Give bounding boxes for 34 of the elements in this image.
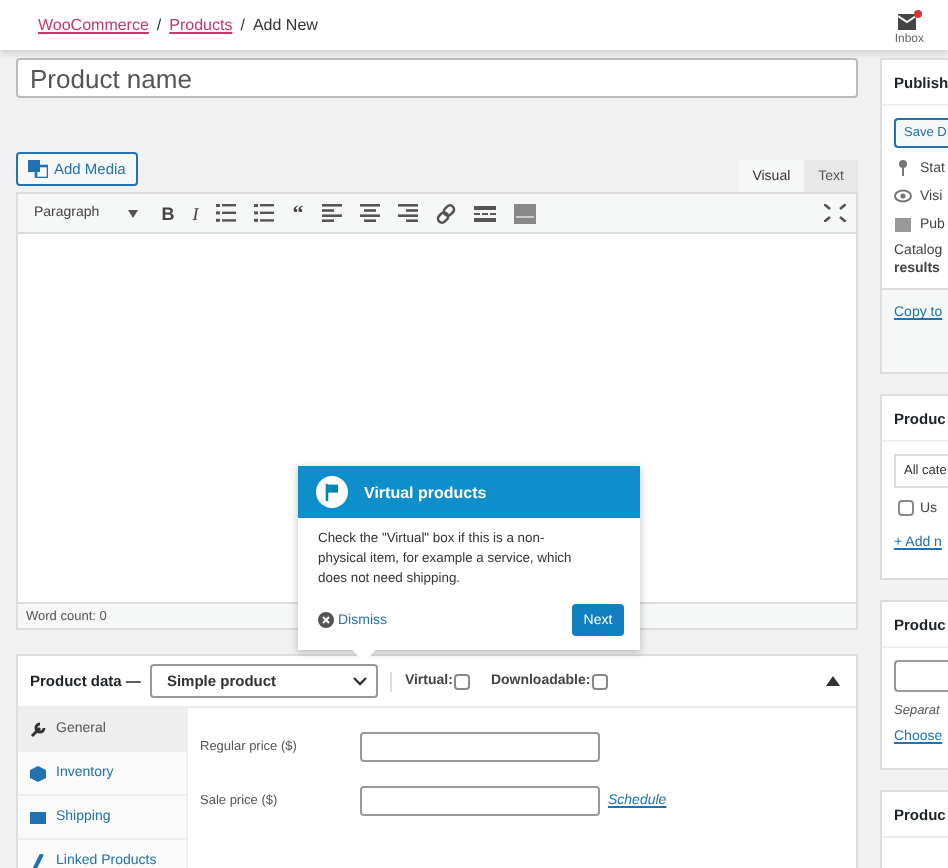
checkbox[interactable] — [592, 673, 609, 689]
pin-icon — [894, 160, 912, 176]
checkbox[interactable] — [898, 500, 914, 516]
flag-icon — [316, 476, 348, 508]
inbox-icon[interactable] — [897, 9, 922, 29]
breadcrumb-current: Add New — [252, 16, 318, 34]
caret-icon — [127, 209, 138, 217]
bold-button[interactable]: B — [161, 203, 175, 223]
collapse-icon[interactable] — [826, 676, 840, 686]
fullscreen-icon[interactable] — [824, 204, 846, 222]
italic-button[interactable]: I — [192, 203, 199, 223]
eye-icon — [894, 188, 912, 204]
media-icon — [28, 160, 48, 178]
tour-title: Virtual products — [364, 483, 487, 501]
checkbox[interactable] — [454, 673, 471, 689]
align-icon[interactable] — [397, 204, 418, 222]
bullet-list-icon[interactable] — [216, 204, 237, 222]
blockquote-button[interactable]: “ — [292, 201, 304, 225]
toolbar-toggle-icon[interactable] — [513, 203, 536, 223]
breadcrumb-link[interactable]: Products — [169, 16, 233, 34]
box-icon — [30, 765, 46, 781]
wrench-icon — [30, 721, 46, 737]
close-icon — [318, 612, 334, 628]
chevron-icon — [352, 676, 369, 686]
align-icon[interactable] — [359, 204, 380, 222]
product-name-field[interactable]: Product name — [16, 58, 858, 98]
breadcrumb-separator: / — [240, 16, 245, 34]
breadcrumb-link[interactable]: WooCommerce — [38, 16, 149, 34]
price-field[interactable] — [360, 786, 600, 816]
align-icon[interactable] — [321, 204, 342, 222]
read-more-icon[interactable] — [473, 205, 496, 221]
breadcrumb-separator: / — [156, 16, 162, 34]
price-field[interactable] — [360, 732, 600, 762]
numbered-list-icon[interactable] — [254, 204, 275, 222]
